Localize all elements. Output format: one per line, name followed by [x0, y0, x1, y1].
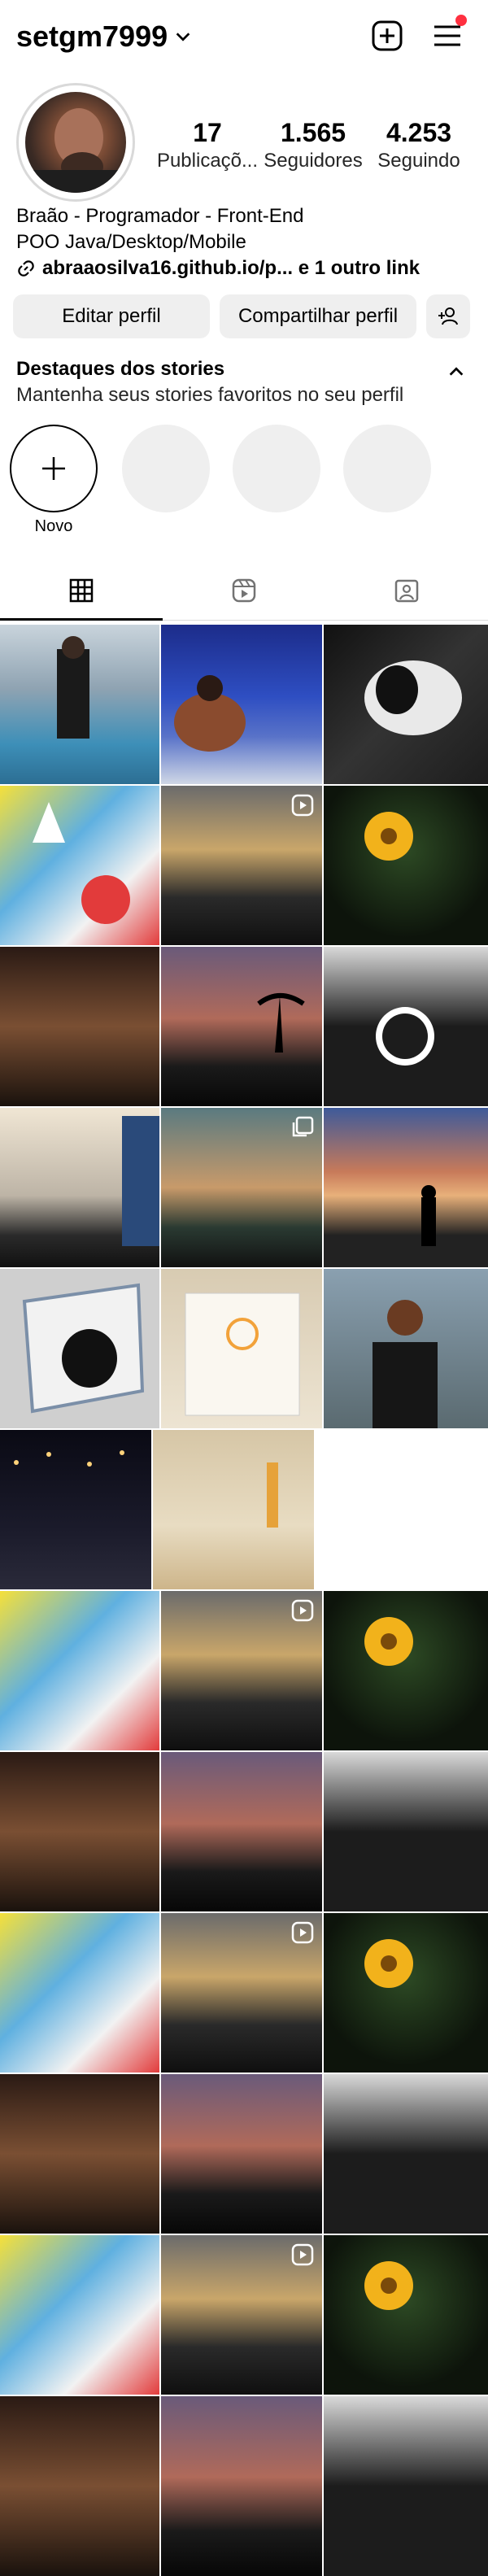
- tab-tagged[interactable]: [325, 561, 488, 620]
- post-thumbnail[interactable]: [161, 1108, 322, 1267]
- reel-indicator-icon: [291, 1599, 314, 1622]
- reel-indicator-icon: [291, 794, 314, 817]
- post-thumbnail[interactable]: [0, 2074, 159, 2234]
- reel-indicator-icon: [291, 2243, 314, 2266]
- followers-count: 1.565: [280, 118, 346, 147]
- username: setgm7999: [16, 20, 168, 53]
- posts-count: 17: [193, 118, 222, 147]
- post-thumbnail[interactable]: [324, 947, 488, 1106]
- stories-row: Novo: [10, 425, 481, 538]
- avatar[interactable]: [16, 83, 135, 202]
- menu-button[interactable]: [431, 15, 467, 52]
- highlights-title: Destaques dos stories: [16, 358, 225, 380]
- discover-people-button[interactable]: [426, 294, 470, 338]
- profile-tabs: [0, 561, 488, 621]
- followers-label: Seguidores: [264, 150, 363, 172]
- bio: Braão - Programador - Front-End POO Java…: [16, 203, 472, 281]
- post-thumbnail[interactable]: [0, 947, 159, 1106]
- post-thumbnail[interactable]: [324, 1913, 488, 2073]
- chevron-up-icon[interactable]: [447, 363, 465, 381]
- post-thumbnail[interactable]: [316, 1430, 478, 1589]
- stat-posts[interactable]: 17 Publicaçõ...: [155, 117, 260, 174]
- post-thumbnail[interactable]: [324, 1752, 488, 1911]
- post-thumbnail[interactable]: [161, 2396, 322, 2576]
- post-thumbnail[interactable]: [161, 625, 322, 784]
- tab-grid[interactable]: [0, 561, 163, 621]
- bio-link[interactable]: abraaosilva16.github.io/p... e 1 outro l…: [16, 255, 472, 281]
- post-thumbnail[interactable]: [0, 1591, 159, 1750]
- post-thumbnail[interactable]: [0, 625, 159, 784]
- edit-profile-button[interactable]: Editar perfil: [13, 294, 210, 338]
- highlight-placeholder: [233, 425, 320, 512]
- profile-header: 17 Publicaçõ... 1.565 Seguidores 4.253 S…: [16, 83, 472, 205]
- post-thumbnail[interactable]: [324, 2235, 488, 2395]
- tagged-icon: [394, 579, 419, 603]
- reel-indicator-icon: [291, 1921, 314, 1944]
- reels-icon: [232, 578, 256, 603]
- share-profile-button[interactable]: Compartilhar perfil: [220, 294, 416, 338]
- new-highlight-label: Novo: [34, 517, 73, 535]
- post-thumbnail[interactable]: [161, 1752, 322, 1911]
- new-highlight-button[interactable]: [10, 425, 98, 512]
- post-thumbnail[interactable]: [0, 2235, 159, 2395]
- tab-reels[interactable]: [163, 561, 325, 620]
- post-thumbnail[interactable]: [0, 1269, 159, 1428]
- post-thumbnail[interactable]: [161, 2235, 322, 2395]
- post-thumbnail[interactable]: [0, 1108, 159, 1267]
- post-thumbnail[interactable]: [0, 1913, 159, 2073]
- plus-icon: [42, 457, 65, 480]
- account-switcher[interactable]: setgm7999: [16, 20, 192, 54]
- post-thumbnail[interactable]: [324, 2396, 488, 2576]
- post-thumbnail[interactable]: [161, 2074, 322, 2234]
- bio-name: Braão - Programador - Front-End: [16, 205, 304, 227]
- following-label: Seguindo: [377, 150, 460, 172]
- post-thumbnail[interactable]: [161, 1269, 322, 1428]
- posts-label: Publicaçõ...: [156, 150, 259, 172]
- post-thumbnail[interactable]: [0, 2396, 159, 2576]
- post-thumbnail[interactable]: [324, 1269, 488, 1428]
- post-thumbnail[interactable]: [0, 786, 159, 945]
- create-post-button[interactable]: [371, 20, 403, 52]
- bio-line: POO Java/Desktop/Mobile: [16, 231, 246, 253]
- link-icon: [18, 260, 34, 277]
- highlight-placeholder: [343, 425, 431, 512]
- add-person-icon: [438, 307, 458, 325]
- following-count: 4.253: [386, 118, 452, 147]
- post-thumbnail[interactable]: [324, 786, 488, 945]
- notification-dot: [455, 15, 467, 26]
- grid-icon: [69, 578, 94, 603]
- top-bar: setgm7999: [0, 0, 488, 73]
- post-thumbnail[interactable]: [0, 1752, 159, 1911]
- post-thumbnail[interactable]: [161, 786, 322, 945]
- avatar-image: [25, 92, 126, 193]
- highlights-subtitle: Mantenha seus stories favoritos no seu p…: [16, 384, 404, 406]
- post-thumbnail[interactable]: [153, 1430, 314, 1589]
- post-thumbnail[interactable]: [161, 1591, 322, 1750]
- bio-link-text: abraaosilva16.github.io/p... e 1 outro l…: [42, 257, 420, 279]
- post-thumbnail[interactable]: [324, 625, 488, 784]
- post-thumbnail[interactable]: [161, 947, 322, 1106]
- post-thumbnail[interactable]: [324, 1108, 488, 1267]
- stat-following[interactable]: 4.253 Seguindo: [366, 117, 472, 174]
- profile-actions: Editar perfil Compartilhar perfil: [13, 294, 475, 338]
- highlight-placeholder: [122, 425, 210, 512]
- post-thumbnail[interactable]: [324, 2074, 488, 2234]
- post-thumbnail[interactable]: [324, 1591, 488, 1750]
- stat-followers[interactable]: 1.565 Seguidores: [260, 117, 366, 174]
- post-thumbnail[interactable]: [161, 1913, 322, 2073]
- post-thumbnail[interactable]: [0, 1430, 151, 1589]
- plus-square-icon: [372, 20, 403, 51]
- chevron-down-icon: [176, 33, 190, 41]
- carousel-indicator-icon: [292, 1116, 314, 1137]
